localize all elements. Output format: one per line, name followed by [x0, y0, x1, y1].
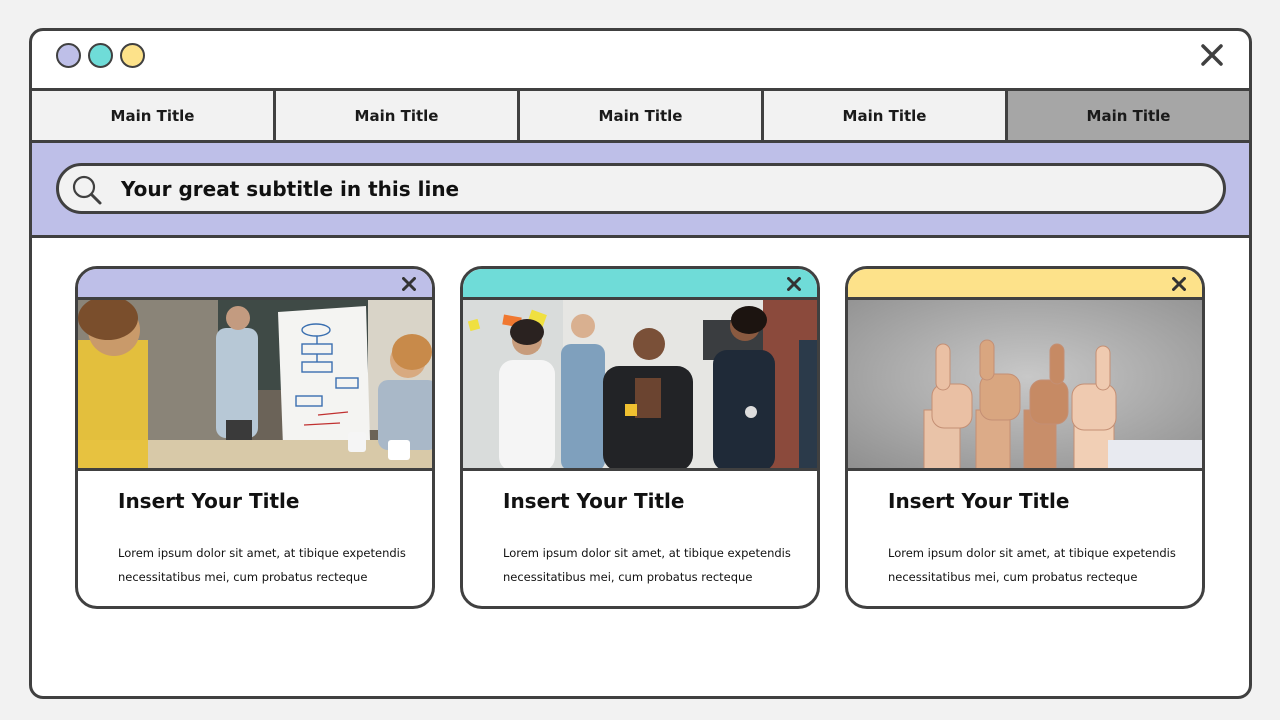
card-header — [848, 269, 1202, 300]
tab-main-title-2[interactable]: Main Title — [276, 91, 520, 140]
card-2: Insert Your Title Lorem ipsum dolor sit … — [460, 266, 820, 609]
tab-main-title-5[interactable]: Main Title — [1008, 91, 1249, 140]
team-sticky-notes-photo — [463, 300, 817, 471]
thumbs-up-hands-photo — [848, 300, 1202, 471]
tab-bar: Main Title Main Title Main Title Main Ti… — [32, 88, 1249, 143]
close-icon[interactable] — [1172, 277, 1186, 291]
close-icon[interactable] — [402, 277, 416, 291]
meeting-whiteboard-photo — [78, 300, 432, 471]
card-3: Insert Your Title Lorem ipsum dolor sit … — [845, 266, 1205, 609]
window-dot-lavender[interactable] — [56, 43, 81, 68]
window-dot-yellow[interactable] — [120, 43, 145, 68]
card-body-text: Lorem ipsum dolor sit amet, at tibique e… — [888, 546, 1176, 584]
search-text: Your great subtitle in this line — [121, 177, 460, 201]
card-header — [463, 269, 817, 300]
card-title: Insert Your Title — [118, 489, 300, 513]
tab-main-title-3[interactable]: Main Title — [520, 91, 764, 140]
card-body-text: Lorem ipsum dolor sit amet, at tibique e… — [118, 546, 406, 584]
card-1: Insert Your Title Lorem ipsum dolor sit … — [75, 266, 435, 609]
title-bar — [32, 31, 1249, 88]
tab-main-title-1[interactable]: Main Title — [32, 91, 276, 140]
card-body-text: Lorem ipsum dolor sit amet, at tibique e… — [503, 546, 791, 584]
search-band: Your great subtitle in this line — [32, 143, 1249, 238]
card-title: Insert Your Title — [888, 489, 1070, 513]
close-icon[interactable] — [787, 277, 801, 291]
tab-main-title-4[interactable]: Main Title — [764, 91, 1008, 140]
search-input[interactable]: Your great subtitle in this line — [56, 163, 1226, 214]
card-title: Insert Your Title — [503, 489, 685, 513]
window-dot-teal[interactable] — [88, 43, 113, 68]
close-icon[interactable] — [1201, 44, 1223, 66]
card-header — [78, 269, 432, 300]
search-icon — [72, 175, 102, 205]
